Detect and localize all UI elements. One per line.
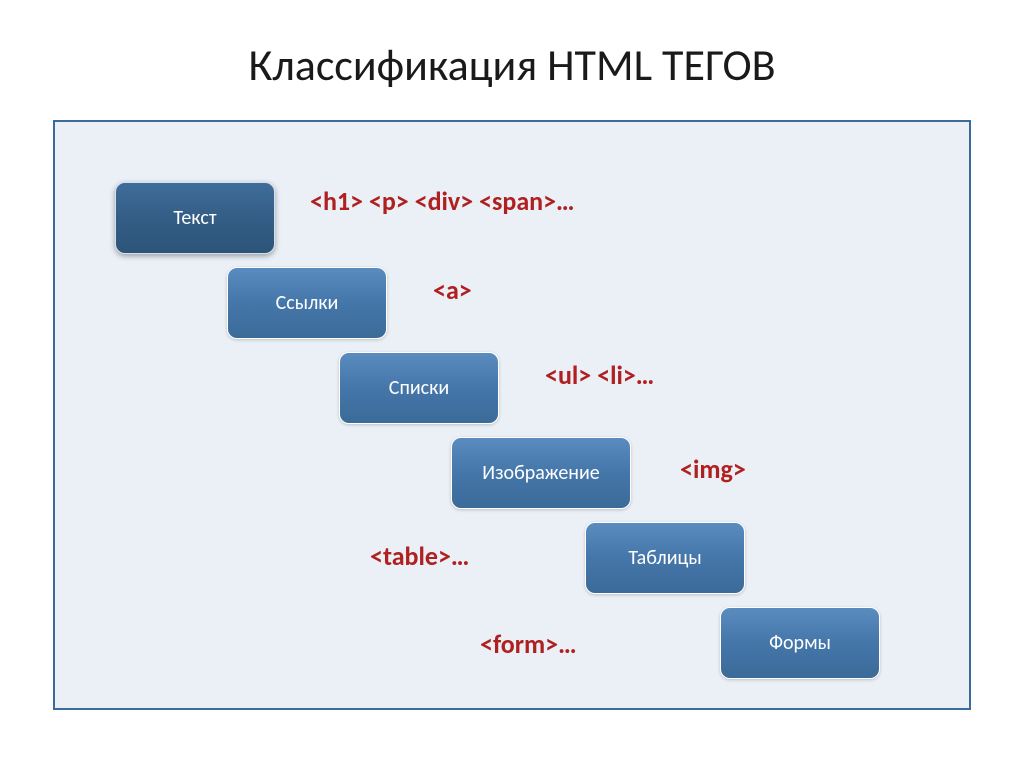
step-links: Ссылки bbox=[227, 267, 387, 339]
step-label: Изображение bbox=[482, 461, 599, 485]
step-image: Изображение bbox=[451, 437, 631, 509]
step-label: Ссылки bbox=[276, 291, 339, 315]
step-label: Текст bbox=[173, 206, 216, 230]
tags-image: <img> bbox=[680, 453, 746, 485]
slide: Классификация HTML ТЕГОВ Текст <h1> <p> … bbox=[0, 0, 1024, 767]
step-forms: Формы bbox=[720, 607, 880, 679]
step-label: Таблицы bbox=[628, 546, 701, 570]
step-lists: Списки bbox=[339, 352, 499, 424]
diagram-container: Текст <h1> <p> <div> <span>… Ссылки <a> … bbox=[53, 120, 971, 710]
step-label: Списки bbox=[389, 376, 449, 400]
tags-lists: <ul> <li>… bbox=[545, 359, 654, 391]
step-tables: Таблицы bbox=[585, 522, 745, 594]
tags-tables: <table>… bbox=[370, 540, 469, 572]
tags-text: <h1> <p> <div> <span>… bbox=[310, 185, 575, 217]
slide-title: Классификация HTML ТЕГОВ bbox=[45, 38, 979, 92]
step-label: Формы bbox=[769, 631, 831, 655]
tags-links: <a> bbox=[433, 274, 472, 306]
step-text: Текст bbox=[115, 182, 275, 254]
tags-forms: <form>… bbox=[480, 628, 577, 660]
